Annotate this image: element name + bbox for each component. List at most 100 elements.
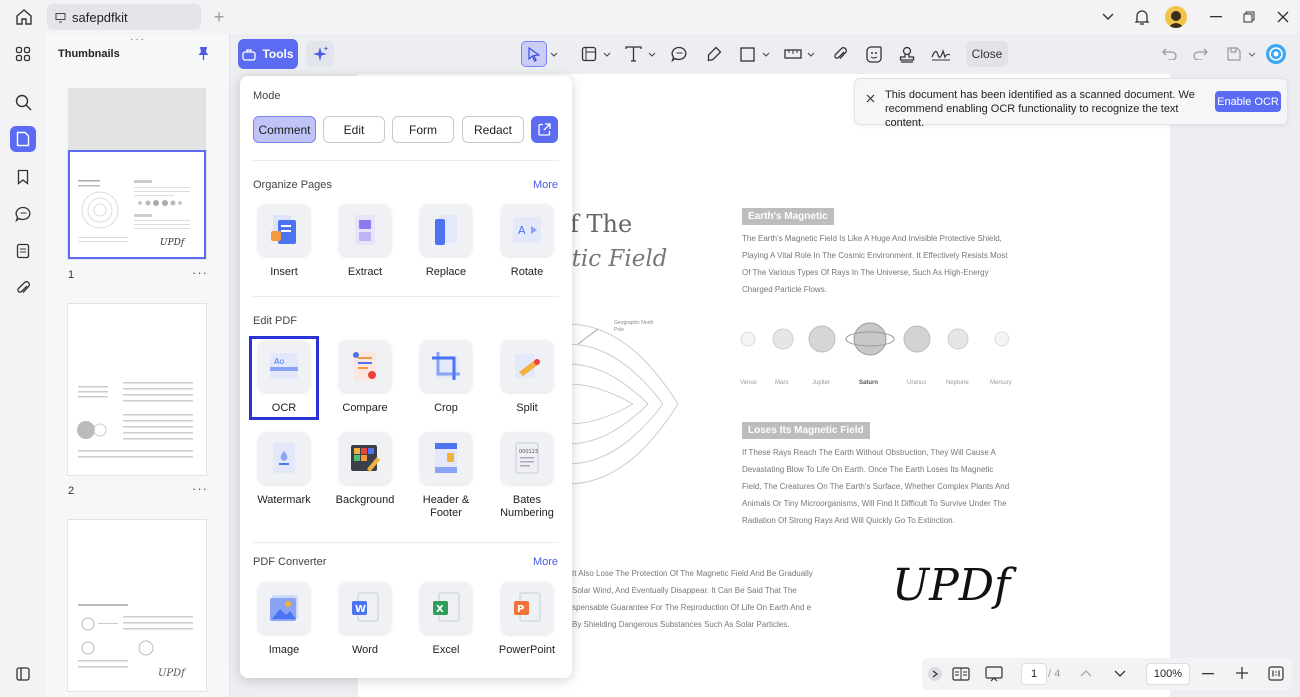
tab-title: safepdfkit xyxy=(72,9,128,25)
thumbnail-page-3[interactable]: UPDf xyxy=(68,520,206,691)
organize-more-link[interactable]: More xyxy=(533,179,558,191)
svg-text:P: P xyxy=(517,604,524,615)
previous-page-icon[interactable] xyxy=(1080,669,1092,677)
presentation-icon[interactable] xyxy=(985,666,1003,682)
replace-tool[interactable]: Replace xyxy=(410,204,482,279)
signature: UPDf xyxy=(892,560,1011,611)
shape-tool-icon[interactable] xyxy=(737,41,757,67)
next-page-icon[interactable] xyxy=(1114,670,1126,678)
compare-tool[interactable]: Compare xyxy=(329,340,401,415)
undo-icon[interactable] xyxy=(1158,41,1180,67)
home-icon[interactable] xyxy=(13,7,35,27)
watermark-tool[interactable]: Watermark xyxy=(248,432,320,507)
word-icon: W xyxy=(339,582,391,634)
text-dropdown-icon[interactable] xyxy=(647,41,657,67)
pin-icon[interactable] xyxy=(198,46,209,61)
text-tool-icon[interactable] xyxy=(622,41,644,67)
divider xyxy=(253,296,559,297)
header-footer-icon xyxy=(420,432,472,484)
convert-image-tool[interactable]: Image xyxy=(248,582,320,657)
page-layout-icon[interactable] xyxy=(952,666,970,682)
mode-form-button[interactable]: Form xyxy=(392,116,454,143)
mode-redact-button[interactable]: Redact xyxy=(462,116,524,143)
pages-icon[interactable] xyxy=(10,126,36,152)
comment-tool-icon[interactable] xyxy=(668,41,690,67)
signature-tool-icon[interactable] xyxy=(929,41,953,67)
image-label: Image xyxy=(268,644,300,656)
zoom-level-input[interactable]: 100% xyxy=(1146,663,1190,685)
form-page-icon[interactable] xyxy=(10,238,36,264)
ocr-tool[interactable]: Ao OCR xyxy=(248,340,320,415)
restore-icon[interactable] xyxy=(1240,8,1258,26)
thumbnail-partial[interactable] xyxy=(68,88,206,150)
highlighter-tool-icon[interactable] xyxy=(703,41,725,67)
attach-tool-icon[interactable] xyxy=(829,41,851,67)
monitor-icon xyxy=(55,12,66,22)
bookmark-icon[interactable] xyxy=(10,164,36,190)
search-icon[interactable] xyxy=(10,89,36,115)
insert-tool[interactable]: Insert xyxy=(248,204,320,279)
split-tool[interactable]: Split xyxy=(491,340,563,415)
open-external-icon[interactable] xyxy=(531,116,558,143)
grid-icon[interactable] xyxy=(10,41,36,67)
page-1-more-icon[interactable]: ··· xyxy=(192,265,208,280)
sticker-tool-icon[interactable] xyxy=(862,41,884,67)
ocr-icon: Ao xyxy=(258,340,310,392)
crop-tool[interactable]: Crop xyxy=(410,340,482,415)
zoom-out-icon[interactable] xyxy=(1202,673,1214,675)
bates-numbering-tool[interactable]: 000123 Bates Numbering xyxy=(491,432,563,520)
drag-handle[interactable]: ··· xyxy=(130,34,146,45)
sidebar-toggle-icon[interactable] xyxy=(10,661,36,687)
converter-more-link[interactable]: More xyxy=(533,556,558,568)
background-icon xyxy=(339,432,391,484)
redo-icon[interactable] xyxy=(1189,41,1211,67)
close-toolbar-button[interactable]: Close xyxy=(966,41,1008,67)
comment-icon[interactable] xyxy=(10,201,36,227)
new-tab-icon[interactable]: + xyxy=(210,7,228,27)
select-tool-icon[interactable] xyxy=(521,41,547,67)
bottom-bar: 1 / 4 100% xyxy=(922,658,1292,690)
page-number-1: 1 xyxy=(68,269,75,281)
header-footer-tool[interactable]: Header & Footer xyxy=(410,432,482,520)
page-number-input[interactable]: 1 xyxy=(1021,663,1047,685)
save-dropdown-icon[interactable] xyxy=(1247,41,1257,67)
ai-assistant-icon[interactable] xyxy=(1264,41,1288,67)
measure-dropdown-icon[interactable] xyxy=(806,41,816,67)
select-dropdown-icon[interactable] xyxy=(549,41,559,67)
close-window-icon[interactable] xyxy=(1274,8,1292,26)
mode-edit-button[interactable]: Edit xyxy=(323,116,385,143)
enable-ocr-button[interactable]: Enable OCR xyxy=(1215,91,1281,112)
close-notice-icon[interactable] xyxy=(866,94,875,103)
chevron-down-icon[interactable] xyxy=(1099,8,1117,26)
actual-size-icon[interactable] xyxy=(1268,666,1284,681)
thumbnail-page-2[interactable] xyxy=(68,304,206,475)
zoom-in-icon[interactable] xyxy=(1236,667,1248,679)
tools-label: Tools xyxy=(262,47,294,61)
background-tool[interactable]: Background xyxy=(329,432,401,507)
textbox-tool-icon[interactable] xyxy=(578,41,600,67)
convert-word-tool[interactable]: W Word xyxy=(329,582,401,657)
minimize-icon[interactable] xyxy=(1207,8,1225,26)
shape-dropdown-icon[interactable] xyxy=(761,41,771,67)
bates-numbering-label: Bates Numbering xyxy=(500,494,554,519)
measure-tool-icon[interactable] xyxy=(782,41,804,67)
rotate-tool[interactable]: A Rotate xyxy=(491,204,563,279)
document-tab[interactable]: safepdfkit xyxy=(47,4,201,30)
convert-excel-tool[interactable]: X Excel xyxy=(410,582,482,657)
save-icon[interactable] xyxy=(1224,41,1244,67)
avatar[interactable] xyxy=(1165,6,1187,28)
attachment-icon[interactable] xyxy=(10,275,36,301)
extract-tool[interactable]: Extract xyxy=(329,204,401,279)
split-icon xyxy=(501,340,553,392)
thumbnail-page-1[interactable]: UPDf xyxy=(68,150,206,259)
mode-comment-button[interactable]: Comment xyxy=(253,116,316,143)
expand-icon[interactable] xyxy=(928,667,942,681)
bell-icon[interactable] xyxy=(1133,7,1151,27)
ai-sparkle-icon[interactable] xyxy=(306,41,334,67)
page-2-more-icon[interactable]: ··· xyxy=(192,481,208,496)
stamp-tool-icon[interactable] xyxy=(896,41,918,67)
tools-button[interactable]: Tools xyxy=(238,39,298,69)
excel-icon: X xyxy=(420,582,472,634)
convert-powerpoint-tool[interactable]: P PowerPoint xyxy=(491,582,563,657)
textbox-dropdown-icon[interactable] xyxy=(602,41,612,67)
